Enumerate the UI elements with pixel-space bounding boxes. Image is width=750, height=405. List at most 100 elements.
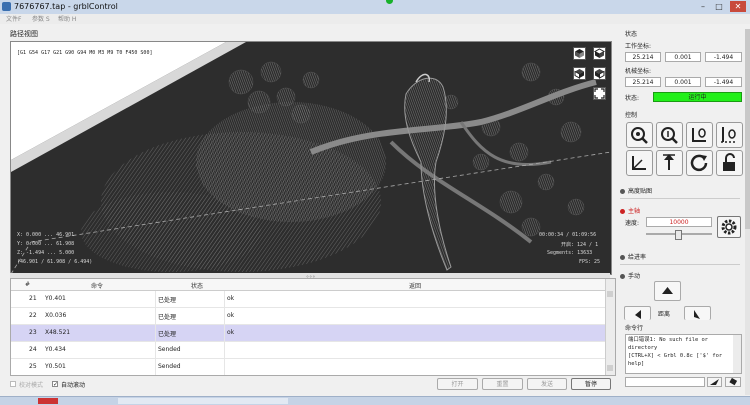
coord-range-x: X: 0.000 ... 46.901 xyxy=(17,232,75,238)
state-label: 状态: xyxy=(625,95,640,102)
window-title: 7676767.tap - grblControl xyxy=(14,2,118,11)
console-line: help] xyxy=(628,361,645,367)
close-button[interactable]: ✕ xyxy=(730,1,746,12)
jog-right-button[interactable] xyxy=(684,306,711,320)
restore-origin-button[interactable] xyxy=(626,150,653,176)
jog-up-button[interactable] xyxy=(654,281,681,301)
header-reply: 返回 xyxy=(409,283,422,290)
title-bar: 7676767.tap - grblControl – □ ✕ xyxy=(0,0,750,15)
home-search-button[interactable] xyxy=(626,122,653,148)
row-reply: ok xyxy=(227,295,235,302)
zero-z-button[interactable] xyxy=(716,122,743,148)
reset-button[interactable]: 重置 xyxy=(482,378,523,390)
machine-x-field: 25.214 xyxy=(625,77,661,87)
table-row[interactable]: 23 X48.521 已处理 ok xyxy=(11,325,605,342)
height-map-section[interactable]: 高度贴图 xyxy=(628,186,652,195)
minimize-button[interactable]: – xyxy=(696,1,710,12)
collapse-icon[interactable] xyxy=(620,209,625,214)
row-state: 已处理 xyxy=(158,297,177,304)
menu-bar: 文件F 参数 S 帮助 H xyxy=(0,14,750,24)
restore-origin-icon xyxy=(632,156,646,170)
left-view-icon[interactable] xyxy=(593,67,606,80)
coord-range-z: Z: -1.494 ... 5.000 xyxy=(17,250,75,256)
row-number: 23 xyxy=(29,329,37,336)
elapsed-time: 00:00:34 / 01:09:56 xyxy=(539,232,597,238)
gcode-state-line: [G1 G54 G17 G21 G90 G94 M0 M3 M9 T0 F450… xyxy=(17,50,153,56)
row-command: Y0.501 xyxy=(45,363,66,370)
auto-scroll-checkbox[interactable]: ✓ xyxy=(52,381,58,388)
zero-xy-button[interactable] xyxy=(686,122,713,148)
work-z-field: -1.494 xyxy=(705,52,742,62)
spindle-section[interactable]: 主轴 xyxy=(628,206,640,215)
console-line: 端口错误1: No such file or xyxy=(628,337,708,343)
console-line: directory xyxy=(628,345,658,351)
spindle-toggle-button[interactable] xyxy=(717,216,741,238)
table-row[interactable]: 24 Y0.434 Sended xyxy=(11,342,605,359)
fps-readout: FPS: 25 xyxy=(579,259,601,265)
auto-scroll-label: 自动滚动 xyxy=(61,382,86,389)
table-row[interactable]: 22 X0.036 已处理 ok xyxy=(11,308,605,325)
maximize-button[interactable]: □ xyxy=(712,1,726,12)
machine-z-field: -1.494 xyxy=(705,77,742,87)
table-scrollbar[interactable] xyxy=(605,279,615,375)
machine-coords-label: 机械坐标: xyxy=(625,68,652,75)
menu-help[interactable]: 帮助 H xyxy=(58,14,76,23)
collapse-icon[interactable] xyxy=(620,189,625,194)
jog-left-button[interactable] xyxy=(624,306,651,320)
machine-y-field: 0.001 xyxy=(665,77,701,87)
right-panel-scrollbar[interactable] xyxy=(745,29,750,395)
work-x-field: 25.214 xyxy=(625,52,661,62)
command-table[interactable]: # 命令 状态 返回 21 Y0.401 已处理 ok 22 X0.036 已处理 ok 23 X… xyxy=(10,278,616,376)
isometric-view-icon[interactable] xyxy=(573,47,586,60)
console-line: [CTRL+X] < Grbl 0.8c ['$' for xyxy=(628,353,723,359)
chevron-left-icon xyxy=(635,310,641,319)
collapse-icon[interactable] xyxy=(620,255,625,260)
fit-view-icon[interactable] xyxy=(593,87,606,100)
manual-section[interactable]: 手动 xyxy=(628,271,640,280)
app-icon xyxy=(2,2,11,11)
pause-button[interactable]: 暂停 xyxy=(571,378,611,390)
gear-icon xyxy=(721,219,737,235)
unlock-button[interactable] xyxy=(716,150,743,176)
probe-button[interactable] xyxy=(656,122,683,148)
send-icon xyxy=(710,379,719,385)
home-search-icon xyxy=(631,127,648,144)
command-input[interactable] xyxy=(625,377,705,387)
send-button[interactable]: 发送 xyxy=(527,378,567,390)
feed-section[interactable]: 给进率 xyxy=(628,252,646,261)
open-button[interactable]: 打开 xyxy=(437,378,478,390)
menu-file[interactable]: 文件F xyxy=(6,14,21,23)
console-scrollbar[interactable] xyxy=(733,335,741,373)
path-viewer[interactable]: [G1 G54 G17 G21 G90 G94 M0 M3 M9 T0 F450… xyxy=(10,41,612,275)
clear-console-button[interactable] xyxy=(725,377,741,387)
zoom-probe-icon xyxy=(661,127,678,144)
console-section-title: 命令行 xyxy=(625,325,644,332)
buffer-info: 开启: 124 / 1 xyxy=(561,242,599,248)
menu-settings[interactable]: 参数 S xyxy=(32,14,50,23)
spindle-slider-thumb[interactable] xyxy=(675,230,683,240)
unlock-icon xyxy=(723,153,735,171)
spindle-speed-field[interactable]: 10000 xyxy=(646,217,712,227)
collapse-icon[interactable] xyxy=(620,274,625,279)
coord-size: (46.901 / 61.908 / 6.494) xyxy=(17,259,93,265)
table-row[interactable]: 25 Y0.501 Sended xyxy=(11,359,605,375)
taskbar-app-icon[interactable] xyxy=(38,398,58,404)
front-view-icon[interactable] xyxy=(573,67,586,80)
taskbar-item[interactable] xyxy=(118,398,288,404)
header-state: 状态 xyxy=(191,283,204,290)
send-command-button[interactable] xyxy=(707,377,722,387)
chevron-up-icon xyxy=(662,287,673,294)
row-reply: ok xyxy=(227,312,235,319)
zero-xy-icon xyxy=(692,128,706,142)
coord-range-y: Y: 0.000 ... 61.908 xyxy=(17,241,75,247)
console-output[interactable]: 端口错误1: No such file or directory [CTRL+X… xyxy=(625,334,742,374)
safe-z-button[interactable] xyxy=(656,150,683,176)
row-state: 已处理 xyxy=(158,314,177,321)
row-number: 22 xyxy=(29,312,37,319)
jog-distance-label: 距离 xyxy=(658,311,671,318)
reset-machine-button[interactable] xyxy=(686,150,713,176)
top-view-icon[interactable] xyxy=(593,47,606,60)
table-row[interactable]: 21 Y0.401 已处理 ok xyxy=(11,291,605,308)
check-mode-checkbox[interactable] xyxy=(10,381,16,387)
viewer-label: 路径视图 xyxy=(10,30,38,38)
